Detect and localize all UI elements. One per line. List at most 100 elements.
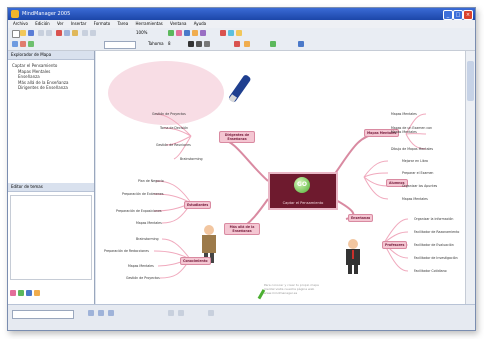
print-icon[interactable]	[38, 30, 44, 36]
sidebar-toolbar	[10, 290, 42, 296]
format-toolbar: Tahoma 8	[8, 39, 475, 51]
present-icon[interactable]	[208, 310, 214, 316]
library-icon[interactable]	[26, 290, 32, 296]
notes-editor[interactable]	[10, 195, 92, 280]
fill-color-icon[interactable]	[244, 41, 250, 47]
callout-icon[interactable]	[184, 30, 190, 36]
map-canvas[interactable]: GO Captar el Pensamiento Dirigentes de E…	[96, 51, 465, 304]
branch-conocimiento[interactable]: Conocimiento	[180, 257, 211, 265]
vertical-scrollbar[interactable]	[465, 51, 475, 304]
font-name[interactable]: Tahoma	[148, 41, 164, 46]
subtopic[interactable]: Gestión de Proyectos	[152, 112, 186, 116]
central-topic-label: Captar el Pensamiento	[282, 201, 324, 205]
topic-mas-alla[interactable]: Más allá de la Enseñanza	[224, 223, 260, 235]
subtopic[interactable]: Gestión de Reuniones	[156, 143, 191, 147]
maximize-button[interactable]: □	[453, 10, 463, 20]
subtopic[interactable]: Mapas Mentales	[128, 264, 154, 268]
close-button[interactable]: ×	[463, 10, 473, 20]
subtopic[interactable]: Dibujo de Mapas Mentales	[391, 147, 433, 151]
task-icon[interactable]	[10, 290, 16, 296]
branch-mapas	[333, 133, 377, 176]
paste-icon[interactable]	[72, 30, 78, 36]
menu-edicion[interactable]: Edición	[35, 21, 49, 26]
subtopic[interactable]: Preparación de Exposiciones	[116, 209, 162, 213]
subtopic[interactable]: Mapas Mentales	[402, 197, 428, 201]
menu-ventana[interactable]: Ventana	[170, 21, 186, 26]
menu-herramientas[interactable]: Herramientas	[135, 21, 162, 26]
bottom-toolbar	[8, 304, 475, 330]
nav-prev-icon[interactable]	[168, 310, 174, 316]
subtopic[interactable]: Preparación de Exámenes	[122, 192, 164, 196]
subtopic[interactable]: Mejorar en Libro	[402, 159, 428, 163]
subtopic[interactable]: Plan de Negocio	[138, 179, 164, 183]
resource-icon[interactable]	[18, 290, 24, 296]
topic-icon[interactable]	[168, 30, 174, 36]
save-icon[interactable]	[28, 30, 34, 36]
branch-profesores[interactable]: Profesores	[382, 241, 408, 249]
menu-insertar[interactable]: Insertar	[71, 21, 87, 26]
subtopic[interactable]: Gestión de Proyectos	[126, 276, 160, 280]
align-icon[interactable]	[270, 41, 276, 47]
cut-icon[interactable]	[56, 30, 62, 36]
map-style-icon[interactable]	[12, 41, 18, 47]
flag-icon[interactable]	[220, 30, 226, 36]
open-icon[interactable]	[20, 30, 26, 36]
person-businessman-clipart	[346, 239, 360, 274]
new-icon[interactable]	[12, 30, 20, 38]
menu-formato[interactable]: Formato	[94, 21, 111, 26]
scroll-thumb[interactable]	[467, 61, 474, 101]
insert-image-icon[interactable]	[20, 41, 26, 47]
menu-archivo[interactable]: Archivo	[13, 21, 28, 26]
topic-ensenanza[interactable]: Enseñanza	[348, 214, 374, 222]
bottom-search-field[interactable]	[12, 310, 74, 319]
attachment-icon[interactable]	[236, 30, 242, 36]
search-icon[interactable]	[34, 290, 40, 296]
subtopic[interactable]: Facilitador de Razonamiento	[414, 230, 459, 234]
subtopic[interactable]: Facilitador Cotidiano	[414, 269, 447, 273]
preview-icon[interactable]	[46, 30, 52, 36]
outline-view-icon[interactable]	[88, 310, 94, 316]
subtopic[interactable]: Organizar los Apuntes	[402, 184, 437, 188]
map-view-icon[interactable]	[98, 310, 104, 316]
branch-estudiantes[interactable]: Estudiantes	[184, 201, 212, 209]
redo-icon[interactable]	[90, 30, 96, 36]
font-color-icon[interactable]	[234, 41, 240, 47]
tree-item[interactable]: Dirigentes de Enseñanza	[12, 85, 68, 91]
subtopic[interactable]: Mapas Mentales	[136, 221, 162, 225]
nav-next-icon[interactable]	[178, 310, 184, 316]
italic-icon[interactable]	[196, 41, 202, 47]
subtopic[interactable]: Mapas de un Examen con Mapas Mentales	[391, 126, 439, 134]
central-topic[interactable]: GO Captar el Pensamiento	[268, 172, 338, 210]
subtopic[interactable]: Preparación de Redacciones	[104, 249, 149, 253]
subtopic[interactable]: Preparar el Examen	[402, 171, 433, 175]
gantt-view-icon[interactable]	[108, 310, 114, 316]
subtopic[interactable]: Mapas Mentales	[391, 112, 417, 116]
bold-icon[interactable]	[188, 41, 194, 47]
menu-ver[interactable]: Ver	[57, 21, 64, 26]
branch-mas-alla	[245, 198, 269, 226]
relationship-icon[interactable]	[192, 30, 198, 36]
topic-dirigentes[interactable]: Dirigentes de Enseñanza	[219, 131, 255, 143]
subtopic[interactable]: Organizar la información	[414, 217, 453, 221]
hyperlink-icon[interactable]	[228, 30, 234, 36]
sidebar: Explorador de Mapa Captar el Pensamiento…	[8, 51, 95, 304]
layout-icon[interactable]	[298, 41, 304, 47]
font-select[interactable]	[104, 41, 136, 49]
menu-tarea[interactable]: Tarea	[118, 21, 129, 26]
subtopic[interactable]: Brainstorming	[180, 157, 203, 161]
underline-icon[interactable]	[204, 41, 210, 47]
font-size[interactable]: 8	[168, 41, 171, 46]
filter-icon[interactable]	[28, 41, 34, 47]
subtopic[interactable]: Brainstorming	[136, 237, 159, 241]
app-window: MindManager 2005 _ □ × Archivo Edición V…	[7, 7, 476, 331]
copy-icon[interactable]	[64, 30, 70, 36]
subtopic[interactable]: Toma de Decisión	[160, 126, 188, 130]
menu-ayuda[interactable]: Ayuda	[194, 21, 206, 26]
subtopic[interactable]: Facilitador de Evaluación	[414, 243, 454, 247]
zoom-select[interactable]: 100%	[136, 30, 147, 35]
undo-icon[interactable]	[82, 30, 88, 36]
minimize-button[interactable]: _	[443, 10, 453, 20]
subtopic[interactable]: Facilitador de Investigación	[414, 256, 458, 260]
subtopic-icon[interactable]	[176, 30, 182, 36]
boundary-icon[interactable]	[200, 30, 206, 36]
